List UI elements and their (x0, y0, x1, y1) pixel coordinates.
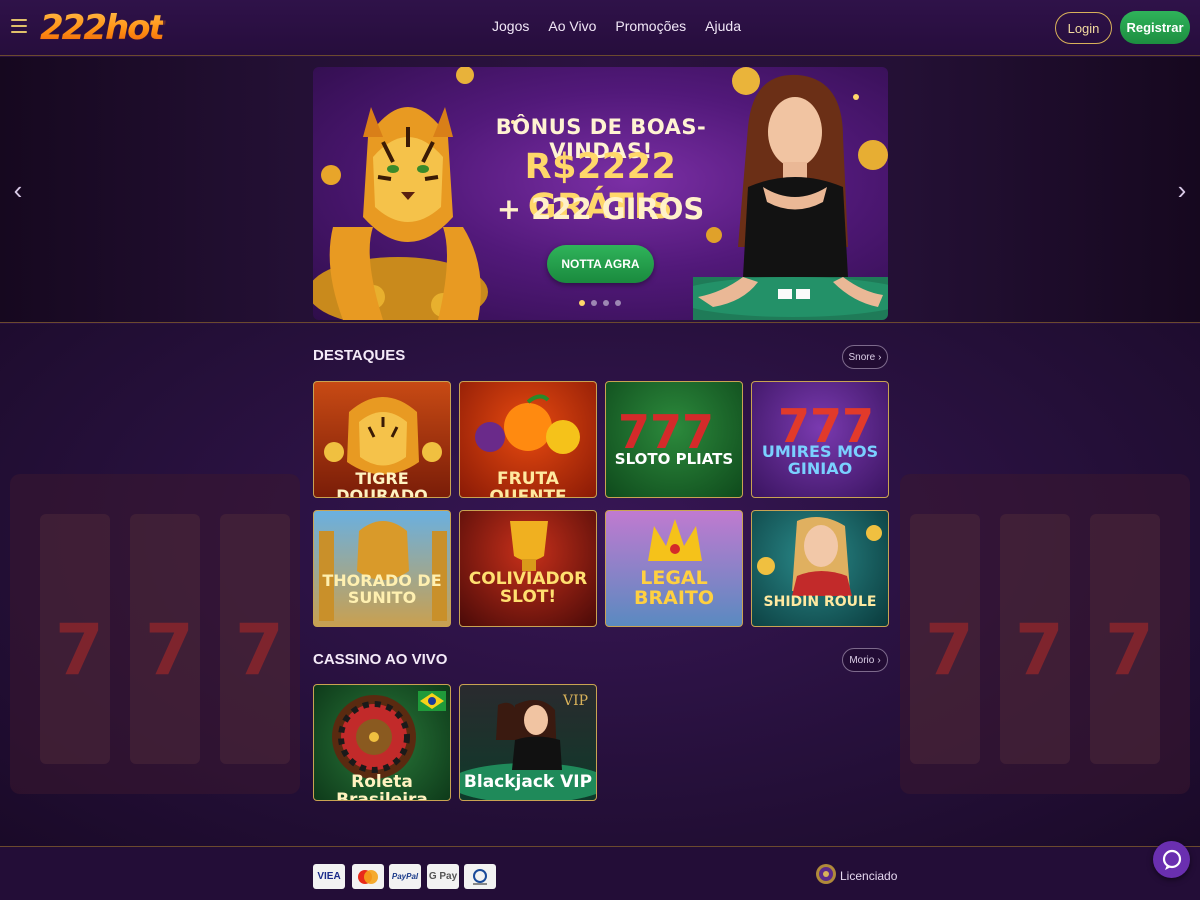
game-title: SHIDIN ROULE (763, 594, 877, 610)
slot-machine-decoration: 7 7 7 (10, 474, 300, 794)
svg-text:7: 7 (1105, 609, 1154, 691)
game-tile-roleta-brasileira[interactable]: Roleta Brasileira (313, 684, 451, 801)
game-title: Roleta Brasileira (336, 772, 428, 801)
chevron-right-icon: › (877, 654, 881, 666)
live-section-title: CASSINO AO VIVO (313, 651, 448, 668)
site-logo[interactable]: 222hot (40, 6, 165, 50)
nav-promocoes[interactable]: Promoções (615, 18, 686, 34)
carousel-prev-icon[interactable]: ‹ (8, 175, 28, 205)
more-label: Morio (849, 654, 875, 666)
banner-spins: + 222 GIROS (496, 192, 705, 226)
svg-text:7: 7 (925, 609, 974, 691)
gpay-icon: G Pay (427, 864, 459, 889)
game-title: FRUTA QUENTE (489, 469, 567, 498)
game-title: LEGAL BRAITO (634, 567, 714, 609)
game-title: UMIRES MOS GINIAO (761, 442, 879, 478)
featured-more-button[interactable]: Snore › (842, 345, 888, 369)
footer: VIEA PayPal G Pay Licenciado (0, 846, 1200, 900)
game-title: SLOTO PLIATS (614, 450, 734, 468)
game-tile-tigre-dourado[interactable]: TIGRE DOURADO (313, 381, 451, 498)
paypal-icon: PayPal (389, 864, 421, 889)
license-seal-icon (816, 864, 836, 884)
live-more-button[interactable]: Morio › (842, 648, 888, 672)
game-title: TIGRE DOURADO (336, 469, 428, 498)
chat-icon (1162, 849, 1181, 870)
featured-section-title: DESTAQUES (313, 347, 406, 364)
vip-badge: VIP (563, 693, 589, 709)
svg-text:7: 7 (1015, 609, 1064, 691)
game-title: THORADO DE SUNITO (322, 571, 442, 607)
chevron-right-icon: › (878, 351, 882, 363)
nav-jogos[interactable]: Jogos (492, 18, 529, 34)
main-content: 7 7 7 7 7 7 (0, 324, 1200, 846)
game-tile-sloto-pliats[interactable]: 777 SLOTO PLIATS (605, 381, 743, 498)
sevens-icon: 777 (778, 399, 874, 453)
banner-cta-button[interactable]: NOTTA AGRA (547, 245, 654, 283)
login-button[interactable]: Login (1055, 12, 1112, 44)
license-text: Licenciado (840, 869, 898, 883)
nav-ao-vivo[interactable]: Ao Vivo (548, 18, 596, 34)
game-tile-legal-braito[interactable]: LEGAL BRAITO (605, 510, 743, 627)
promo-banner[interactable]: BÔNUS DE BOAS-VINDAS! R$2222 GRÁTIS + 22… (313, 67, 888, 320)
game-title: COLIVIADOR SLOT! (468, 569, 588, 607)
svg-text:7: 7 (235, 609, 284, 691)
chat-support-button[interactable] (1153, 841, 1190, 878)
top-header: 222hot Jogos Ao Vivo Promoções Ajuda Log… (0, 0, 1200, 56)
game-tile-blackjack-vip[interactable]: VIP Blackjack VIP (459, 684, 597, 801)
main-nav: Jogos Ao Vivo Promoções Ajuda (492, 18, 760, 34)
carousel-dot[interactable] (579, 300, 585, 306)
carousel-next-icon[interactable]: › (1172, 175, 1192, 205)
menu-icon[interactable] (11, 19, 27, 35)
game-tile-coliviador[interactable]: COLIVIADOR SLOT! (459, 510, 597, 627)
visa-icon: VIEA (313, 864, 345, 889)
carousel-dot[interactable] (603, 300, 609, 306)
game-tile-fruta-quente[interactable]: FRUTA QUENTE (459, 381, 597, 498)
sevens-icon: 777 (618, 405, 714, 459)
nav-ajuda[interactable]: Ajuda (705, 18, 741, 34)
tiger-icon (319, 521, 447, 621)
carousel-dots (579, 300, 621, 306)
svg-text:7: 7 (145, 609, 194, 691)
more-label: Snore (848, 351, 876, 363)
svg-text:7: 7 (55, 609, 104, 691)
game-tile-thorado[interactable]: THORADO DE SUNITO (313, 510, 451, 627)
game-tile-shidin-roule[interactable]: SHIDIN ROULE (751, 510, 889, 627)
register-button[interactable]: Registrar (1120, 11, 1190, 44)
slot-machine-decoration: 7 7 7 (900, 474, 1190, 794)
carousel-dot[interactable] (615, 300, 621, 306)
mastercard-icon (352, 864, 384, 889)
game-tile-umires[interactable]: 777 UMIRES MOS GINIAO (751, 381, 889, 498)
game-title: Blackjack VIP (463, 772, 593, 792)
carousel-dot[interactable] (591, 300, 597, 306)
sepa-icon (464, 864, 496, 889)
hero-carousel: ‹ › BÔNUS DE BOAS-VINDAS! R$2222 GRÁTIS … (0, 57, 1200, 323)
